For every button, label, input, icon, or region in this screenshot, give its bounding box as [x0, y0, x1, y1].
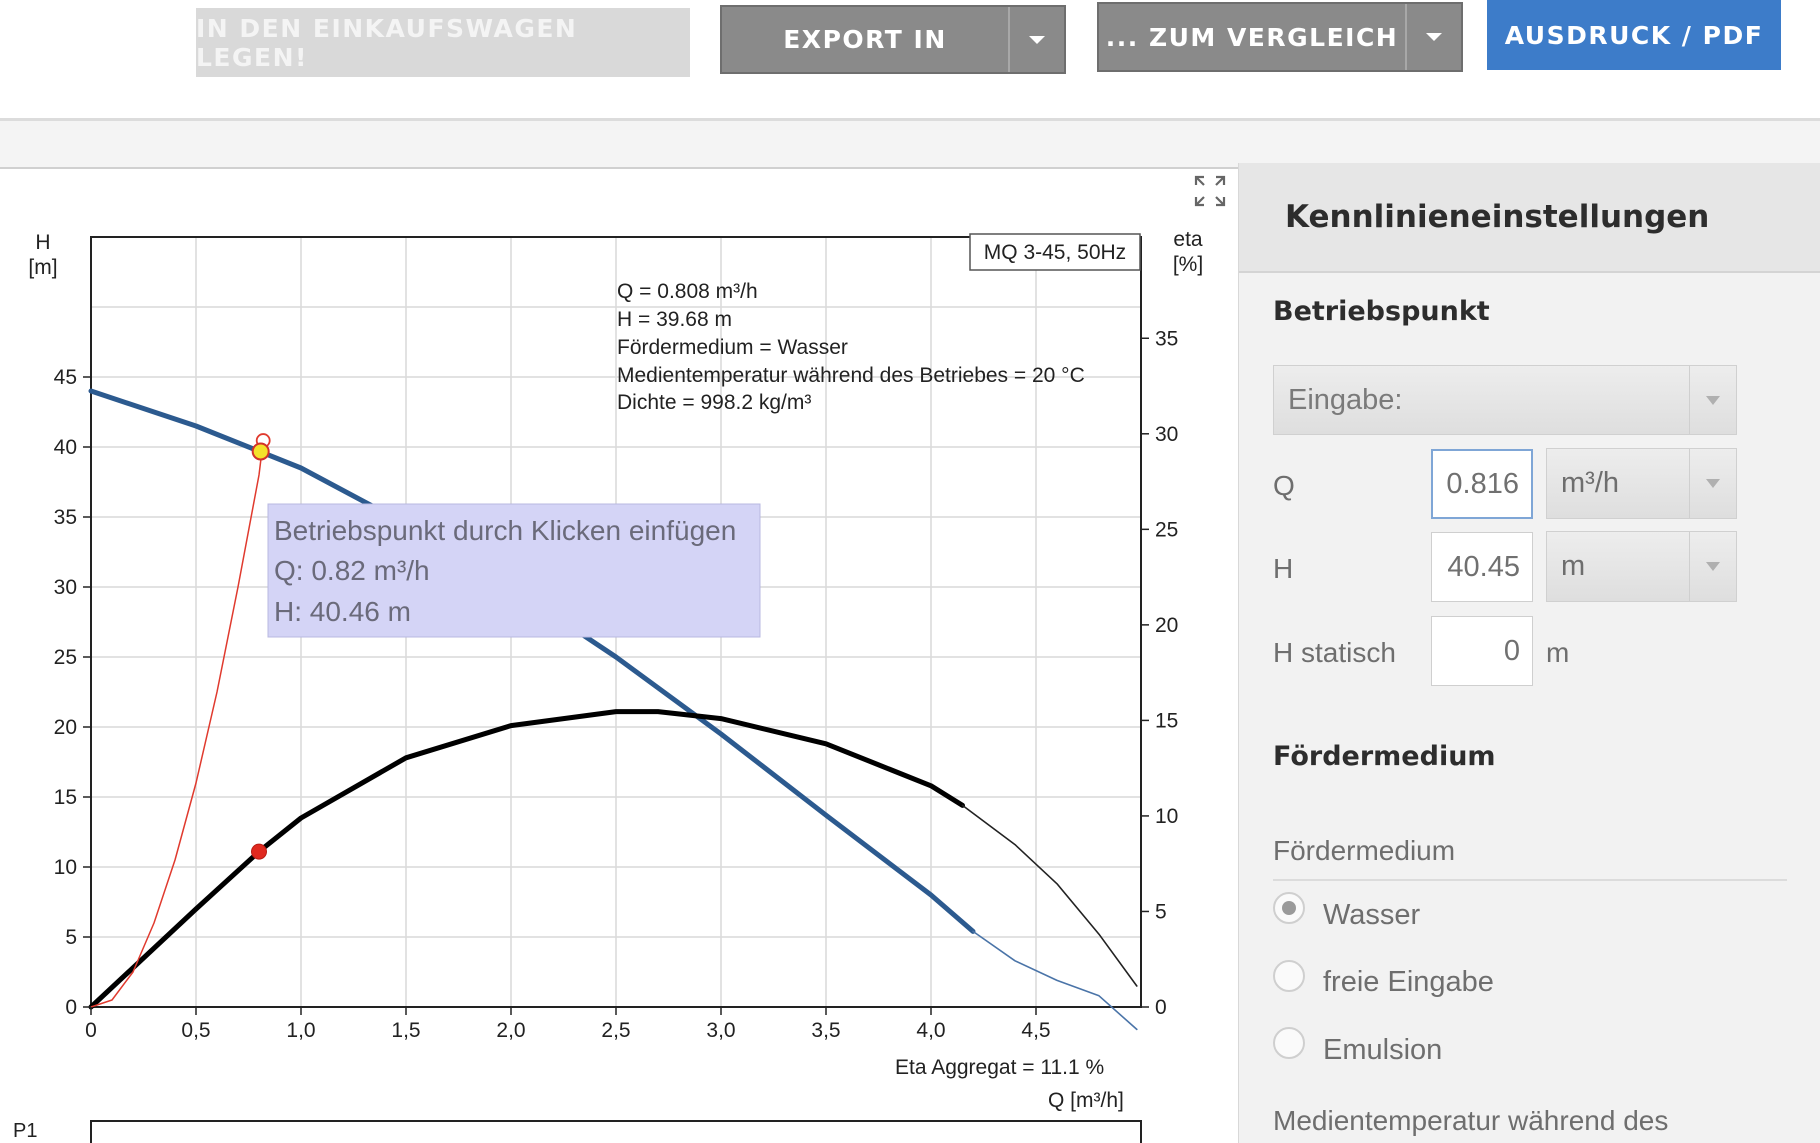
left-axis-unit: [m]: [28, 256, 57, 279]
x-tick-label: 4,0: [916, 1019, 945, 1042]
info-h: H = 39.68 m: [617, 308, 732, 331]
export-button[interactable]: EXPORT IN: [722, 7, 1008, 72]
compare-dropdown[interactable]: ... ZUM VERGLEICH: [1097, 2, 1463, 72]
medium-heading: Fördermedium: [1273, 741, 1496, 772]
pump-curve-chart[interactable]: 0 0,5 1,0 1,5 2,0 2,5 3,0 3,5 4,0 4,5 0 5 10 15 20 25 30…: [0, 169, 1236, 1143]
y-tick-label: 10: [54, 856, 77, 879]
input-mode-select[interactable]: Eingabe:: [1273, 365, 1737, 435]
radio-free-input[interactable]: [1273, 960, 1305, 992]
h-curve-extension: [972, 930, 1138, 1031]
operating-point-heading: Betriebspunkt: [1273, 296, 1490, 327]
pump-label: MQ 3-45, 50Hz: [984, 241, 1126, 264]
export-caret[interactable]: [1008, 7, 1064, 72]
left-axis-title: H: [35, 231, 50, 254]
y2-tick-label: 35: [1155, 327, 1178, 350]
h-static-label: H statisch: [1273, 637, 1396, 668]
eta-curve: [88, 709, 965, 1010]
radio-free-input-label[interactable]: freie Eingabe: [1323, 966, 1494, 999]
h-static-unit: m: [1546, 637, 1570, 668]
panel-header: Kennlinieneinstellungen: [1239, 163, 1820, 273]
y-tick-label: 20: [54, 716, 77, 739]
p1-subchart-frame: [90, 1120, 1142, 1143]
y-tick-label: 30: [54, 576, 77, 599]
x-tick-label: 3,0: [706, 1019, 735, 1042]
x-tick-label: 2,5: [601, 1019, 630, 1042]
tooltip-h: H: 40.46 m: [274, 596, 411, 627]
panel-title: Kennlinieneinstellungen: [1285, 199, 1710, 235]
medium-label: Fördermedium: [1273, 835, 1456, 866]
radio-water[interactable]: [1273, 892, 1305, 924]
operating-info: Q = 0.808 m³/h H = 39.68 m Fördermedium …: [617, 280, 1085, 414]
operating-point: [251, 442, 270, 461]
x-tick-label: 2,0: [496, 1019, 525, 1042]
right-axis-title: eta: [1173, 228, 1203, 251]
y2-tick-label: 5: [1155, 900, 1167, 923]
input-mode-value: Eingabe:: [1288, 383, 1403, 416]
info-temperature: Medientemperatur während des Betriebes =…: [617, 364, 1085, 387]
q-unit-select[interactable]: m³/h: [1546, 448, 1737, 519]
export-dropdown[interactable]: EXPORT IN: [720, 5, 1066, 74]
x-tick-label: 1,5: [391, 1019, 420, 1042]
chevron-down-icon: [1689, 532, 1736, 601]
y-tick-label: 5: [65, 926, 77, 949]
info-q: Q = 0.808 m³/h: [617, 280, 758, 303]
right-axis-unit: [%]: [1173, 253, 1203, 276]
h-static-input[interactable]: [1431, 616, 1533, 686]
x-tick-label: 0: [85, 1019, 97, 1042]
h-unit-value: m: [1561, 550, 1586, 582]
x-tick-label: 4,5: [1021, 1019, 1050, 1042]
curve-settings-panel: Kennlinieneinstellungen Betriebspunkt Ei…: [1238, 163, 1820, 1143]
radio-emulsion[interactable]: [1273, 1027, 1305, 1059]
x-tick-label: 1,0: [286, 1019, 315, 1042]
chevron-down-icon: [1689, 449, 1736, 518]
eta-point: [251, 843, 267, 860]
chevron-down-icon: [1689, 366, 1736, 434]
info-density: Dichte = 998.2 kg/m³: [617, 391, 811, 414]
p1-label: P1: [13, 1120, 37, 1142]
y2-tick-label: 0: [1155, 996, 1167, 1019]
y-tick-label: 35: [54, 506, 77, 529]
y2-tick-label: 15: [1155, 709, 1178, 732]
h-unit-select[interactable]: m: [1546, 531, 1737, 602]
x-tick-label: 0,5: [181, 1019, 210, 1042]
compare-button[interactable]: ... ZUM VERGLEICH: [1099, 4, 1405, 70]
y-tick-label: 0: [65, 996, 77, 1019]
chart-series: [88, 388, 1138, 1031]
sub-toolbar: [0, 121, 1820, 167]
y2-tick-label: 20: [1155, 614, 1178, 637]
y-tick-label: 25: [54, 646, 77, 669]
add-to-cart-button[interactable]: IN DEN EINKAUFSWAGEN LEGEN!: [196, 8, 690, 77]
section-divider: [1273, 879, 1787, 881]
x-tick-label: 3,5: [811, 1019, 840, 1042]
y2-tick-label: 25: [1155, 518, 1178, 541]
q-unit-value: m³/h: [1561, 467, 1619, 499]
h-input[interactable]: [1431, 532, 1533, 602]
system-curve: [90, 439, 264, 1008]
print-pdf-button[interactable]: AUSDRUCK / PDF: [1487, 0, 1781, 70]
tooltip-q: Q: 0.82 m³/h: [274, 555, 430, 586]
info-medium: Fördermedium = Wasser: [617, 336, 848, 359]
x-axis-title: Q [m³/h]: [1048, 1089, 1124, 1112]
y2-tick-label: 30: [1155, 423, 1178, 446]
compare-caret[interactable]: [1405, 4, 1461, 70]
temperature-label: Medientemperatur während des: [1273, 1105, 1669, 1136]
eta-note: Eta Aggregat = 11.1 %: [895, 1056, 1104, 1079]
hover-tooltip: Betriebspunkt durch Klicken einfügen Q: …: [267, 503, 761, 638]
h-label: H: [1273, 553, 1294, 584]
tooltip-title: Betriebspunkt durch Klicken einfügen: [274, 515, 736, 546]
y-tick-label: 40: [54, 436, 77, 459]
q-label: Q: [1273, 470, 1295, 501]
fullscreen-icon[interactable]: [1193, 174, 1227, 208]
radio-emulsion-label[interactable]: Emulsion: [1323, 1034, 1442, 1067]
q-input[interactable]: [1431, 449, 1533, 519]
y-tick-label: 15: [54, 786, 77, 809]
chevron-down-icon: [1426, 33, 1442, 41]
y2-tick-label: 10: [1155, 805, 1178, 828]
chevron-down-icon: [1029, 35, 1045, 44]
eta-curve-extension: [961, 804, 1138, 987]
radio-water-label[interactable]: Wasser: [1323, 899, 1420, 932]
y-tick-label: 45: [54, 366, 77, 389]
